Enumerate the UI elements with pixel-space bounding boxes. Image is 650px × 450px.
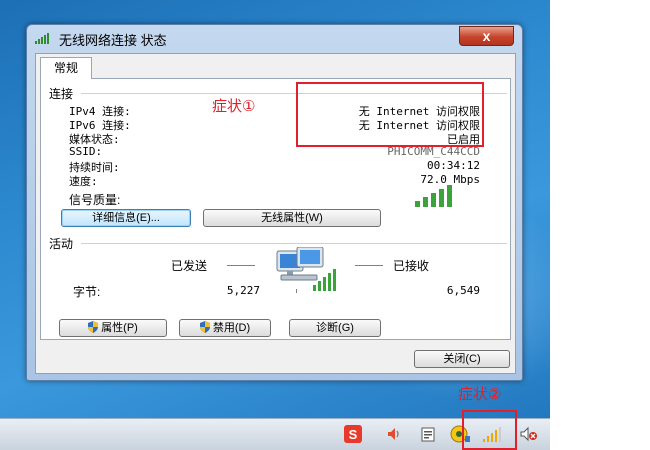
symptom1-highlight-box (296, 82, 484, 147)
symptom1-annotation: 症状① (212, 98, 256, 115)
bytes-sent-value: 5,227 (226, 284, 260, 297)
clipboard-icon[interactable] (420, 426, 436, 442)
disable-button-label: 禁用(D) (212, 322, 251, 334)
diagnose-button[interactable]: 诊断(G) (289, 319, 381, 337)
sogou-input-icon[interactable]: S (344, 425, 362, 443)
wireless-properties-button[interactable]: 无线属性(W) (203, 209, 381, 227)
close-window-button[interactable]: x (459, 26, 514, 46)
speaker-muted-icon[interactable] (520, 426, 538, 442)
symptom2-highlight-box (462, 410, 517, 450)
properties-button-label: 属性(P) (101, 322, 138, 334)
bytes-received-value: 6,549 (446, 284, 480, 297)
uac-shield-icon (199, 321, 210, 333)
bytes-label: 字节: (73, 285, 101, 299)
speaker-icon[interactable] (386, 426, 402, 442)
activity-section-label: 活动 (49, 237, 74, 251)
wifi-signal-title-icon (35, 33, 49, 44)
received-line (355, 265, 383, 266)
close-icon: x (482, 28, 491, 44)
disable-button[interactable]: 禁用(D) (179, 319, 271, 337)
svg-text:S: S (349, 427, 358, 442)
speed-label: 速度: (69, 175, 98, 188)
sent-line (227, 265, 255, 266)
signal-strength-icon (415, 185, 452, 207)
window-title: 无线网络连接 状态 (59, 33, 167, 48)
close-button[interactable]: 关闭(C) (414, 350, 510, 368)
tab-general[interactable]: 常规 (40, 57, 92, 79)
received-label: 已接收 (393, 259, 430, 273)
details-button[interactable]: 详细信息(E)... (61, 209, 191, 227)
duration-value: 00:34:12 (427, 159, 480, 172)
sent-label: 已发送 (171, 259, 208, 273)
title-bar[interactable]: 无线网络连接 状态 x (27, 25, 522, 51)
connection-section-label: 连接 (49, 87, 74, 101)
uac-shield-icon (88, 321, 99, 333)
symptom2-annotation: 症状② (458, 386, 502, 403)
signal-quality-label: 信号质量: (69, 193, 121, 207)
wireless-status-dialog: 无线网络连接 状态 x 常规 连接 IPv4 连接: 无 Internet 访问… (26, 24, 523, 381)
ssid-label: SSID: (69, 145, 103, 158)
properties-button[interactable]: 属性(P) (59, 319, 167, 337)
activity-divider (81, 243, 507, 244)
network-computers-icon (276, 247, 336, 293)
